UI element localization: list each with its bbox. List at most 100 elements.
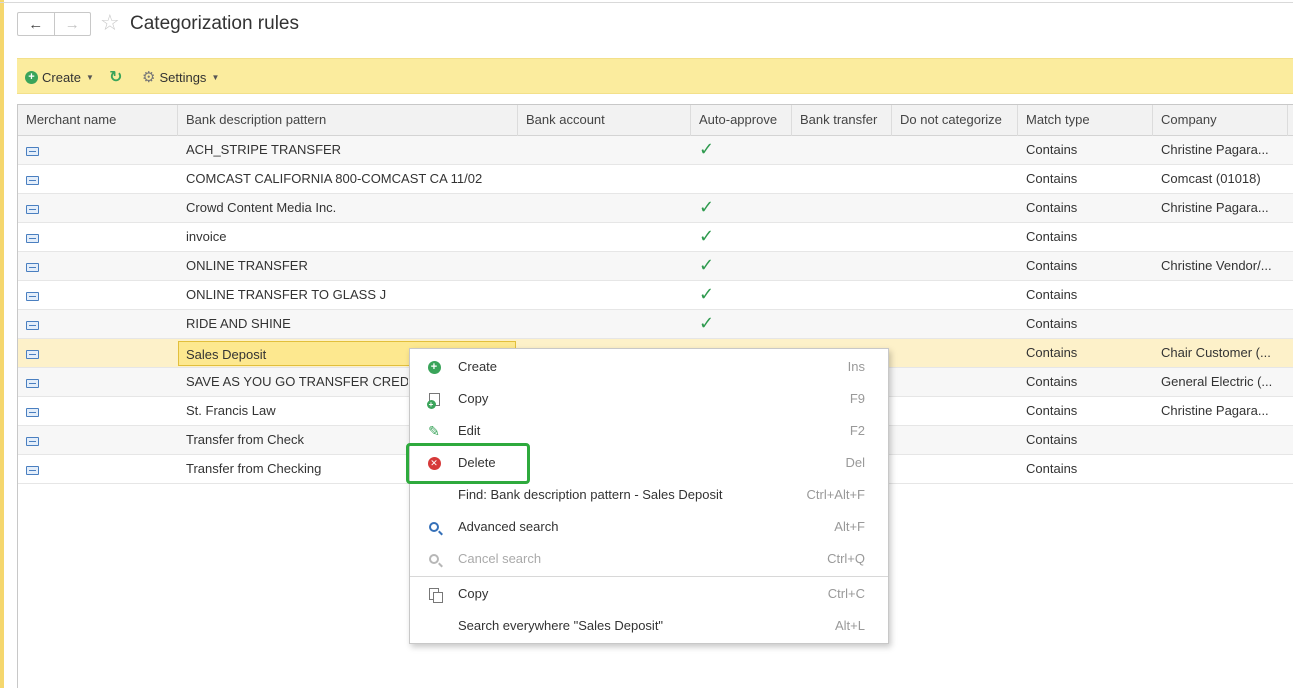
refresh-button[interactable]: ↻	[109, 59, 122, 95]
auto-approve-check-icon: ✓	[699, 313, 715, 333]
record-icon	[26, 205, 39, 214]
menu-item-copy-record[interactable]: Copy F9	[410, 383, 888, 415]
column-do-not-categorize[interactable]: Do not categorize	[892, 105, 1018, 136]
match-type-cell: Contains	[1026, 316, 1078, 331]
company-cell	[1153, 455, 1288, 484]
auto-approve-check-icon: ✓	[699, 197, 715, 217]
menu-item-shortcut: Alt+F	[834, 519, 865, 534]
company-cell: Chair Customer (...	[1161, 345, 1271, 360]
plus-circle-icon: +	[25, 70, 38, 84]
menu-item-shortcut: Del	[845, 455, 865, 470]
menu-separator	[410, 576, 888, 577]
column-bank-account[interactable]: Bank account	[518, 105, 691, 136]
menu-item-shortcut: Ctrl+C	[827, 586, 865, 601]
table-row[interactable]: ONLINE TRANSFER TO GLASS J ✓ Contains	[18, 281, 1293, 310]
menu-item-shortcut: Ctrl+Alt+F	[806, 487, 865, 502]
record-icon-cell	[18, 455, 178, 484]
company-cell: Comcast (01018)	[1161, 171, 1261, 186]
forward-button[interactable]: →	[55, 13, 91, 35]
settings-label: Settings	[159, 69, 207, 85]
menu-item-label: Advanced search	[458, 519, 559, 534]
menu-item-find[interactable]: Find: Bank description pattern - Sales D…	[410, 479, 888, 511]
pattern-cell[interactable]: ONLINE TRANSFER	[178, 252, 518, 281]
record-icon	[26, 437, 39, 446]
menu-item-search-everywhere[interactable]: Search everywhere "Sales Deposit" Alt+L	[410, 610, 888, 642]
match-type-cell: Contains	[1026, 258, 1078, 273]
auto-approve-check-icon	[691, 165, 792, 194]
company-cell: Christine Pagara...	[1161, 142, 1269, 157]
record-icon-cell	[18, 281, 178, 310]
pattern-cell[interactable]: invoice	[178, 223, 518, 252]
auto-approve-check-icon: ✓	[699, 284, 715, 304]
menu-item-advanced-search[interactable]: Advanced search Alt+F	[410, 511, 888, 543]
match-type-cell: Contains	[1026, 171, 1078, 186]
column-auto-approve[interactable]: Auto-approve	[691, 105, 792, 136]
pattern-cell[interactable]: St. Francis Law	[178, 397, 408, 426]
table-row[interactable]: RIDE AND SHINE ✓ Contains	[18, 310, 1293, 339]
caret-down-icon: ▼	[86, 72, 94, 82]
auto-approve-check-icon: ✓	[699, 139, 715, 159]
record-icon	[26, 379, 39, 388]
match-type-cell: Contains	[1026, 200, 1078, 215]
table-header: Merchant name Bank description pattern B…	[18, 105, 1293, 136]
create-button[interactable]: + Create ▼	[25, 59, 94, 95]
table-row[interactable]: invoice ✓ Contains	[18, 223, 1293, 252]
history-nav: ← →	[17, 12, 91, 36]
menu-item-label: Find: Bank description pattern - Sales D…	[458, 487, 723, 502]
menu-item-create[interactable]: + Create Ins	[410, 351, 888, 383]
record-icon-cell	[18, 223, 178, 252]
menu-item-label: Copy	[458, 586, 489, 601]
delete-circle-icon: ✕	[427, 456, 441, 470]
pattern-cell[interactable]: Transfer from Check	[178, 426, 408, 455]
clipboard-icon	[429, 588, 443, 603]
pattern-cell[interactable]: COMCAST CALIFORNIA 800-COMCAST CA 11/02	[178, 165, 518, 194]
cancel-search-icon	[429, 554, 439, 564]
record-icon-cell	[18, 426, 178, 455]
menu-item-shortcut: F2	[849, 423, 865, 438]
gear-icon: ⚙	[142, 69, 156, 86]
column-bank-transfer[interactable]: Bank transfer	[792, 105, 892, 136]
record-icon-cell	[18, 136, 178, 165]
pattern-cell[interactable]: SAVE AS YOU GO TRANSFER CRED	[178, 368, 408, 397]
table-row[interactable]: COMCAST CALIFORNIA 800-COMCAST CA 11/02 …	[18, 165, 1293, 194]
menu-item-edit[interactable]: ✎ Edit F2	[410, 415, 888, 447]
column-company[interactable]: Company	[1153, 105, 1288, 136]
company-cell: Christine Pagara...	[1161, 403, 1269, 418]
table-row[interactable]: ACH_STRIPE TRANSFER ✓ Contains Christine…	[18, 136, 1293, 165]
pattern-cell[interactable]: ACH_STRIPE TRANSFER	[178, 136, 518, 165]
menu-item-copy-clipboard[interactable]: Copy Ctrl+C	[410, 578, 888, 610]
record-icon	[26, 408, 39, 417]
magnifier-icon	[429, 522, 439, 532]
record-icon	[26, 234, 39, 243]
match-type-cell: Contains	[1026, 287, 1078, 302]
column-match-type[interactable]: Match type	[1018, 105, 1153, 136]
arrow-right-icon: →	[64, 15, 80, 33]
column-bank-description-pattern[interactable]: Bank description pattern	[178, 105, 518, 136]
table-row[interactable]: Crowd Content Media Inc. ✓ Contains Chri…	[18, 194, 1293, 223]
company-cell	[1153, 281, 1288, 310]
table-row[interactable]: ONLINE TRANSFER ✓ Contains Christine Ven…	[18, 252, 1293, 281]
match-type-cell: Contains	[1026, 345, 1078, 360]
pattern-cell[interactable]: ONLINE TRANSFER TO GLASS J	[178, 281, 518, 310]
record-icon	[26, 466, 39, 475]
record-icon	[26, 147, 39, 156]
pattern-cell[interactable]: Crowd Content Media Inc.	[178, 194, 518, 223]
left-edge-bar	[0, 0, 4, 688]
match-type-cell: Contains	[1026, 142, 1078, 157]
menu-item-shortcut: Alt+L	[835, 618, 865, 633]
menu-item-cancel-search: Cancel search Ctrl+Q	[410, 543, 888, 575]
pencil-icon: ✎	[428, 422, 440, 439]
menu-item-label: Create	[458, 359, 498, 374]
record-icon-cell	[18, 194, 178, 223]
back-button[interactable]: ←	[18, 13, 55, 35]
column-merchant-name[interactable]: Merchant name	[18, 105, 178, 136]
pattern-cell[interactable]: Transfer from Checking	[178, 455, 408, 484]
menu-item-label: Delete	[458, 455, 496, 470]
copy-record-icon	[426, 392, 440, 409]
settings-button[interactable]: ⚙ Settings ▼	[142, 59, 219, 95]
menu-item-delete[interactable]: ✕ Delete Del	[410, 447, 888, 479]
record-icon-cell	[18, 339, 178, 368]
star-icon[interactable]: ☆	[100, 10, 120, 36]
pattern-cell[interactable]: RIDE AND SHINE	[178, 310, 518, 339]
arrow-left-icon: ←	[28, 15, 44, 33]
